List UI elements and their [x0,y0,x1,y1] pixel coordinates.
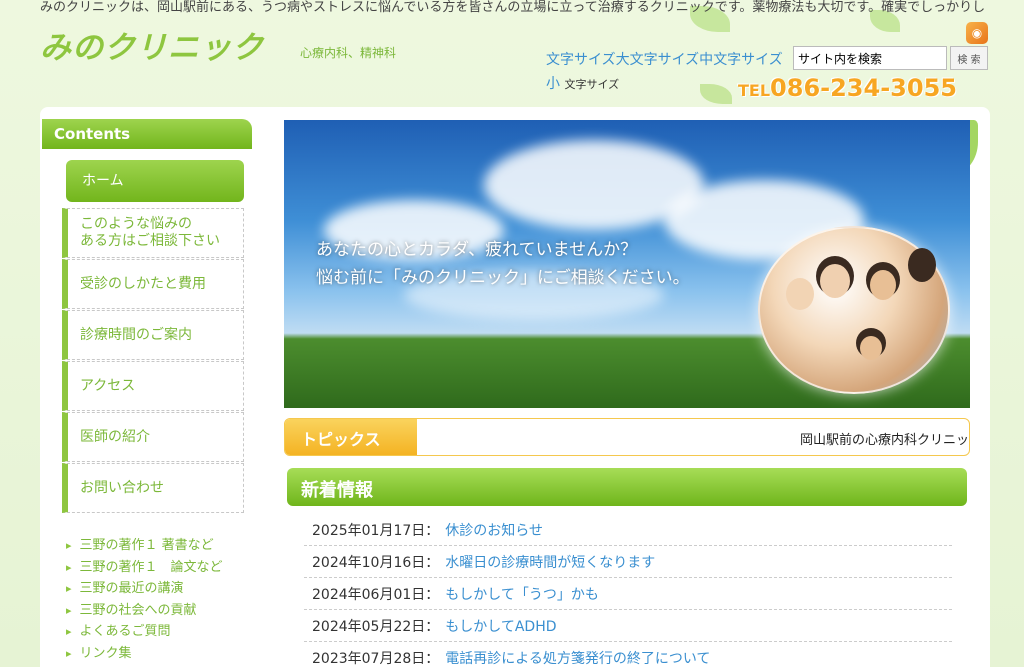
news-list: 2025年01月17日： 休診のお知らせ 2024年10月16日： 水曜日の診療… [304,514,952,667]
nav-item-home[interactable]: ホーム [66,160,244,202]
font-size-large-link[interactable]: 文字サイズ大 [546,52,630,68]
news-heading: 新着情報 [287,468,967,506]
clinic-specialty: 心療内科、精神科 [300,46,397,60]
sub-link-books[interactable]: 三野の著作１ 著書など [66,535,266,557]
news-link[interactable]: もしかして「うつ」かも [445,584,599,604]
nav-item-access[interactable]: アクセス [62,361,244,411]
hero-line-1: あなたの心とカラダ、疲れていませんか？ [316,240,638,260]
search-input[interactable] [793,46,947,70]
nav-item-consultation[interactable]: このような悩みの ある方はご相談下さい [62,208,244,258]
search-button[interactable]: 検 索 [950,46,988,70]
sidebar-heading: Contents [42,119,252,149]
clinic-logo[interactable]: みのクリニック [40,22,264,67]
news-link[interactable]: 電話再診による処方箋発行の終了について [445,648,710,667]
news-date: 2025年01月17日： [312,522,440,539]
news-date: 2024年05月22日： [312,618,440,635]
phone-number: TEL086-234-3055 [738,74,957,102]
news-date: 2024年06月01日： [312,586,440,603]
tel-number: 086-234-3055 [770,74,957,102]
news-item: 2024年10月16日： 水曜日の診療時間が短くなります [304,546,952,578]
nav-item-visit-and-fees[interactable]: 受診のしかたと費用 [62,259,244,309]
person-image [786,278,814,310]
news-date: 2024年10月16日： [312,554,440,571]
person-image [820,264,850,298]
news-link[interactable]: 水曜日の診療時間が短くなります [445,552,655,572]
sub-link-papers[interactable]: 三野の著作１ 論文など [66,557,266,579]
hero-line-2: 悩む前に「みのクリニック」にご相談ください。 [316,268,690,288]
news-link[interactable]: 休診のお知らせ [445,520,543,540]
nav-item-hours[interactable]: 診療時間のご案内 [62,310,244,360]
font-size-label: 文字サイズ [564,78,620,91]
news-item: 2023年07月28日： 電話再診による処方箋発行の終了について [304,642,952,667]
sidebar-sub-links: 三野の著作１ 著書など 三野の著作１ 論文など 三野の最近の講演 三野の社会への… [66,535,266,664]
sub-link-faq[interactable]: よくあるご質問 [66,621,266,643]
news-date: 2023年07月28日： [312,650,440,667]
sub-link-lectures[interactable]: 三野の最近の講演 [66,578,266,600]
person-image [908,248,936,282]
person-image [860,336,882,360]
tel-prefix: TEL [738,81,771,100]
sub-link-contributions[interactable]: 三野の社会への貢献 [66,600,266,622]
person-image [870,270,896,300]
topics-bar: トピックス 岡山駅前の心療内科クリニッ [284,418,970,456]
topics-ticker[interactable]: 岡山駅前の心療内科クリニッ [800,429,969,448]
rss-icon[interactable]: ◉ [966,22,988,44]
news-item: 2024年05月22日： もしかしてADHD [304,610,952,642]
font-size-medium-link[interactable]: 文字サイズ中 [630,52,714,68]
family-photo-bubble [758,226,950,394]
topics-label: トピックス [285,419,417,455]
site-tagline: みのクリニックは、岡山駅前にある、うつ病やストレスに悩んでいる方を皆さんの立場に… [40,0,986,15]
nav-item-doctor[interactable]: 医師の紹介 [62,412,244,462]
news-link[interactable]: もしかしてADHD [445,616,556,636]
sidebar-nav: ホーム このような悩みの ある方はご相談下さい 受診のしかたと費用 診療時間のご… [62,160,244,514]
news-item: 2024年06月01日： もしかして「うつ」かも [304,578,952,610]
sub-link-links[interactable]: リンク集 [66,643,266,665]
hero-message: あなたの心とカラダ、疲れていませんか？ 悩む前に「みのクリニック」にご相談くださ… [316,236,690,292]
nav-item-contact[interactable]: お問い合わせ [62,463,244,513]
news-item: 2025年01月17日： 休診のお知らせ [304,514,952,546]
